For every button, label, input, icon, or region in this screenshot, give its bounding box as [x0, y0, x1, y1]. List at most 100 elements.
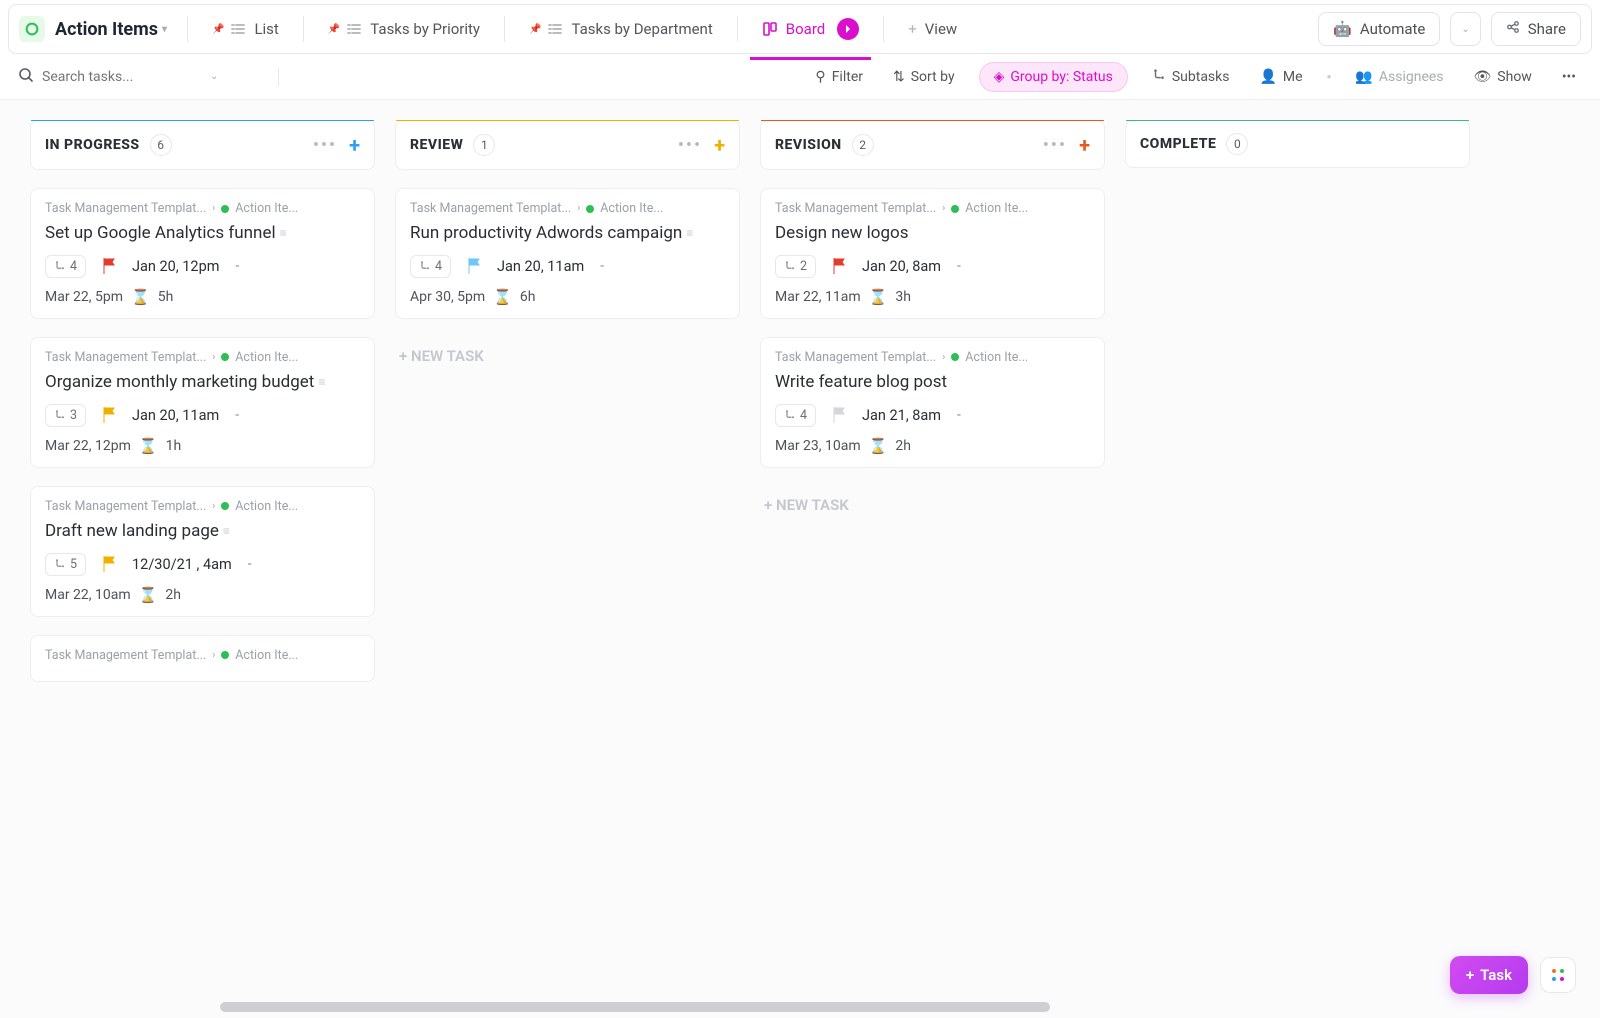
board-area: IN PROGRESS 6 ••• + Task Management Temp…	[0, 100, 1600, 1018]
status-dot-icon	[951, 353, 959, 361]
chevron-down-icon[interactable]: ⌄	[210, 71, 218, 82]
start-date: Jan 21, 8am	[862, 407, 941, 424]
breadcrumb: Task Management Templat...›Action Ite...	[410, 201, 725, 216]
task-title: Set up Google Analytics funnel≡	[45, 222, 360, 245]
new-task-button[interactable]: + NEW TASK	[760, 486, 1105, 524]
task-card[interactable]: Task Management Templat...›Action Ite...…	[30, 486, 375, 617]
description-icon: ≡	[280, 225, 287, 241]
column-title: IN PROGRESS	[45, 137, 140, 153]
priority-flag-icon[interactable]	[832, 407, 846, 423]
title-dropdown-icon[interactable]: ▾	[162, 24, 167, 35]
more-button[interactable]: •••	[1556, 65, 1582, 89]
tab-list[interactable]: 📌 List	[200, 14, 291, 44]
task-title: Write feature blog post	[775, 371, 1090, 394]
subtasks-icon	[1152, 68, 1166, 86]
status-dot-icon	[221, 205, 229, 213]
start-date: 12/30/21 , 4am	[132, 556, 232, 573]
priority-flag-icon[interactable]	[102, 556, 116, 572]
separator	[883, 16, 884, 42]
board-columns: IN PROGRESS 6 ••• + Task Management Temp…	[30, 120, 1600, 998]
subtask-count[interactable]: 2	[775, 255, 816, 278]
subtask-count[interactable]: 4	[410, 255, 451, 278]
board-next-icon[interactable]	[837, 18, 859, 40]
tab-priority[interactable]: 📌 Tasks by Priority	[316, 14, 492, 44]
column-add-icon[interactable]: +	[1079, 133, 1090, 157]
subtasks-button[interactable]: Subtasks	[1146, 64, 1236, 90]
column-add-icon[interactable]: +	[714, 133, 725, 157]
priority-flag-icon[interactable]	[832, 258, 846, 274]
task-card[interactable]: Task Management Templat...›Action Ite...…	[395, 188, 740, 319]
column-more-icon[interactable]: •••	[678, 135, 702, 156]
breadcrumb: Task Management Templat...›Action Ite...	[775, 350, 1090, 365]
subtask-count[interactable]: 4	[45, 255, 86, 278]
plus-icon: +	[1466, 966, 1474, 984]
new-task-fab[interactable]: +Task	[1450, 956, 1528, 994]
column-header[interactable]: REVIEW 1 ••• +	[395, 120, 740, 170]
column-title: COMPLETE	[1140, 136, 1216, 152]
search-input[interactable]: ⌄	[18, 67, 258, 87]
task-card[interactable]: Task Management Templat...›Action Ite...…	[760, 188, 1105, 319]
breadcrumb: Task Management Templat...›Action Ite...	[45, 499, 360, 514]
separator	[504, 16, 505, 42]
column-header[interactable]: COMPLETE 0	[1125, 120, 1470, 168]
pin-icon: 📌	[212, 24, 224, 35]
me-button[interactable]: 👤Me	[1253, 65, 1308, 89]
end-date: Mar 22, 5pm	[45, 289, 123, 305]
assignees-button[interactable]: 👥Assignees	[1349, 65, 1449, 89]
priority-flag-icon[interactable]	[467, 258, 481, 274]
separator	[187, 16, 188, 42]
group-by-button[interactable]: ◈Group by: Status	[979, 62, 1128, 92]
task-card[interactable]: Task Management Templat...›Action Ite...…	[760, 337, 1105, 468]
separator-dot: ●	[1327, 72, 1332, 81]
apps-fab[interactable]	[1540, 957, 1576, 993]
start-date: Jan 20, 11am	[132, 407, 219, 424]
status-dot-icon	[951, 205, 959, 213]
status-dot-icon	[221, 651, 229, 659]
tab-department[interactable]: 📌 Tasks by Department	[517, 14, 725, 44]
horizontal-scrollbar[interactable]	[220, 1002, 1050, 1012]
column-count: 6	[150, 134, 172, 156]
search-field[interactable]	[42, 69, 202, 85]
tab-board[interactable]: Board	[750, 12, 871, 46]
filter-button[interactable]: ⚲Filter	[809, 65, 869, 89]
person-icon: 👤	[1259, 69, 1276, 85]
column-header[interactable]: IN PROGRESS 6 ••• +	[30, 120, 375, 170]
subtask-count[interactable]: 4	[775, 404, 816, 427]
show-button[interactable]: 👁Show	[1468, 65, 1538, 89]
column-add-icon[interactable]: +	[349, 133, 360, 157]
end-date: Apr 30, 5pm	[410, 289, 485, 305]
start-date: Jan 20, 8am	[862, 258, 941, 275]
priority-flag-icon[interactable]	[102, 407, 116, 423]
status-dot-icon	[221, 502, 229, 510]
layers-icon: ◈	[994, 69, 1005, 85]
duration: 2h	[165, 587, 181, 603]
more-icon: •••	[1562, 69, 1576, 85]
top-bar: Action Items ▾ 📌 List 📌 Tasks by Priorit…	[8, 4, 1592, 54]
subtask-count[interactable]: 5	[45, 553, 86, 576]
subtask-count[interactable]: 3	[45, 404, 86, 427]
automate-dropdown[interactable]: ⌄	[1450, 12, 1480, 46]
task-title: Draft new landing page≡	[45, 520, 360, 543]
automate-button[interactable]: 🤖 Automate	[1318, 12, 1440, 46]
sort-button[interactable]: ⇅Sort by	[887, 65, 961, 89]
task-card[interactable]: Task Management Templat...›Action Ite...…	[30, 337, 375, 468]
column-header[interactable]: REVISION 2 ••• +	[760, 120, 1105, 170]
share-button[interactable]: Share	[1491, 12, 1581, 46]
column-more-icon[interactable]: •••	[1043, 135, 1067, 156]
page-title[interactable]: Action Items ▾	[55, 19, 167, 40]
task-card[interactable]: Task Management Templat...›Action Ite...…	[30, 188, 375, 319]
description-icon: ≡	[318, 374, 325, 390]
new-task-button[interactable]: + NEW TASK	[395, 337, 740, 375]
column-more-icon[interactable]: •••	[313, 135, 337, 156]
pin-icon: 📌	[328, 24, 340, 35]
separator	[737, 16, 738, 42]
duration: 1h	[166, 438, 182, 454]
priority-flag-icon[interactable]	[102, 258, 116, 274]
eye-icon: 👁	[1474, 69, 1492, 85]
task-card[interactable]: Task Management Templat...›Action Ite...	[30, 635, 375, 682]
hourglass-icon: ⌛	[869, 437, 888, 455]
add-view-button[interactable]: + View	[896, 14, 969, 44]
duration: 3h	[895, 289, 911, 305]
column-count: 0	[1226, 133, 1248, 155]
list-logo	[19, 16, 45, 42]
